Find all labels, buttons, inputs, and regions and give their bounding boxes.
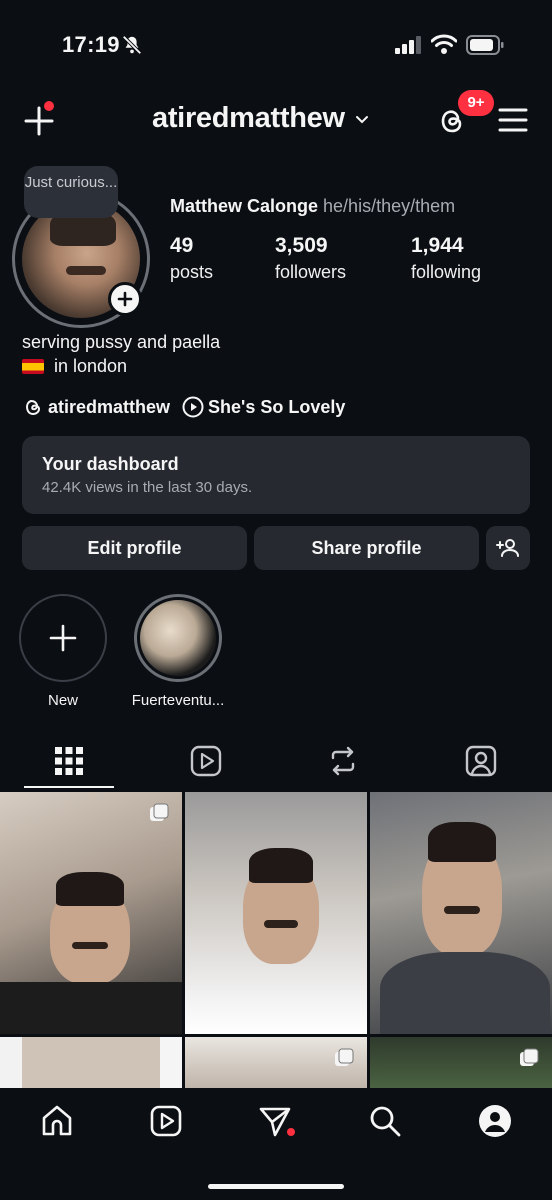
chevron-down-icon: [355, 115, 368, 123]
play-circle-icon: [182, 396, 204, 418]
active-tab-indicator: [24, 786, 114, 788]
profile-icon[interactable]: [478, 1104, 512, 1138]
post-thumbnail[interactable]: [185, 1037, 367, 1088]
direct-notification-dot: [287, 1128, 295, 1136]
stat-posts[interactable]: 49 posts: [170, 234, 213, 283]
highlight-new[interactable]: New: [17, 594, 109, 709]
highlight-story[interactable]: Fuerteventu...: [124, 594, 232, 709]
reels-icon[interactable]: [189, 744, 223, 778]
carousel-icon: [150, 803, 169, 821]
home-icon[interactable]: [40, 1104, 74, 1138]
add-person-icon: [496, 539, 519, 557]
profile-tabs: [0, 740, 552, 790]
spain-flag-icon: [22, 359, 44, 374]
profile-name-row: Matthew Calonge he/his/they/them: [170, 196, 455, 217]
battery-icon: [466, 35, 504, 55]
note-bubble[interactable]: Just curious...: [24, 166, 118, 218]
home-indicator: [208, 1184, 344, 1189]
highlight-label: Fuerteventu...: [131, 692, 225, 709]
carousel-icon: [335, 1048, 354, 1066]
menu-icon[interactable]: [498, 106, 528, 134]
music-link[interactable]: She's So Lovely: [208, 397, 345, 418]
threads-link[interactable]: atiredmatthew: [48, 397, 170, 418]
stat-label: posts: [170, 262, 214, 282]
edit-profile-button[interactable]: Edit profile: [22, 526, 247, 570]
account-switcher[interactable]: atiredmatthew: [152, 102, 371, 135]
share-profile-button[interactable]: Share profile: [254, 526, 479, 570]
post-thumbnail[interactable]: [370, 1037, 552, 1088]
username: atiredmatthew: [152, 102, 345, 134]
highlight-cover: [134, 594, 222, 682]
pronouns: he/his/they/them: [323, 196, 456, 216]
dashboard-card[interactable]: Your dashboard 42.4K views in the last 3…: [22, 436, 530, 514]
stat-value: 1,944: [411, 234, 464, 257]
plus-icon: [117, 291, 133, 307]
bio-line-location: in london: [22, 356, 127, 377]
stat-label: following: [411, 262, 482, 282]
add-story-button[interactable]: [108, 282, 142, 316]
tagged-icon[interactable]: [464, 744, 498, 778]
stat-value: 49: [170, 234, 194, 257]
highlight-label: New: [47, 692, 78, 709]
status-bar: 17:19: [0, 0, 552, 90]
bio-location: in london: [54, 356, 128, 376]
post-thumbnail[interactable]: [185, 792, 367, 1034]
stat-value: 3,509: [275, 234, 328, 257]
create-notification-dot: [44, 101, 54, 111]
stat-followers[interactable]: 3,509 followers: [275, 234, 346, 283]
plus-icon: [49, 624, 77, 652]
status-time: 17:19: [62, 32, 120, 57]
post-grid: [0, 792, 552, 1088]
signal-icon: [395, 36, 421, 54]
threads-badge: 9+: [458, 90, 494, 116]
threads-icon: [25, 399, 41, 416]
post-thumbnail[interactable]: [0, 792, 182, 1034]
top-nav: atiredmatthew 9+: [0, 90, 552, 150]
carousel-icon: [520, 1048, 539, 1066]
reels-icon[interactable]: [149, 1104, 183, 1138]
bio-line: serving pussy and paella: [22, 332, 221, 352]
post-thumbnail[interactable]: [0, 1037, 182, 1088]
grid-icon[interactable]: [52, 744, 86, 778]
discover-people-button[interactable]: [486, 526, 530, 570]
full-name: Matthew Calonge: [170, 196, 319, 216]
post-thumbnail[interactable]: [370, 792, 552, 1034]
profile-links: atiredmatthew She's So Lovely: [22, 396, 345, 418]
stat-label: followers: [275, 262, 347, 282]
new-highlight-circle: [19, 594, 107, 682]
wifi-icon: [431, 34, 457, 54]
bell-off-icon: [122, 35, 142, 55]
reposts-icon[interactable]: [326, 744, 360, 778]
dashboard-subtitle: 42.4K views in the last 30 days.: [42, 479, 253, 496]
stat-following[interactable]: 1,944 following: [411, 234, 481, 283]
search-icon[interactable]: [368, 1104, 402, 1138]
dashboard-title: Your dashboard: [42, 454, 179, 474]
